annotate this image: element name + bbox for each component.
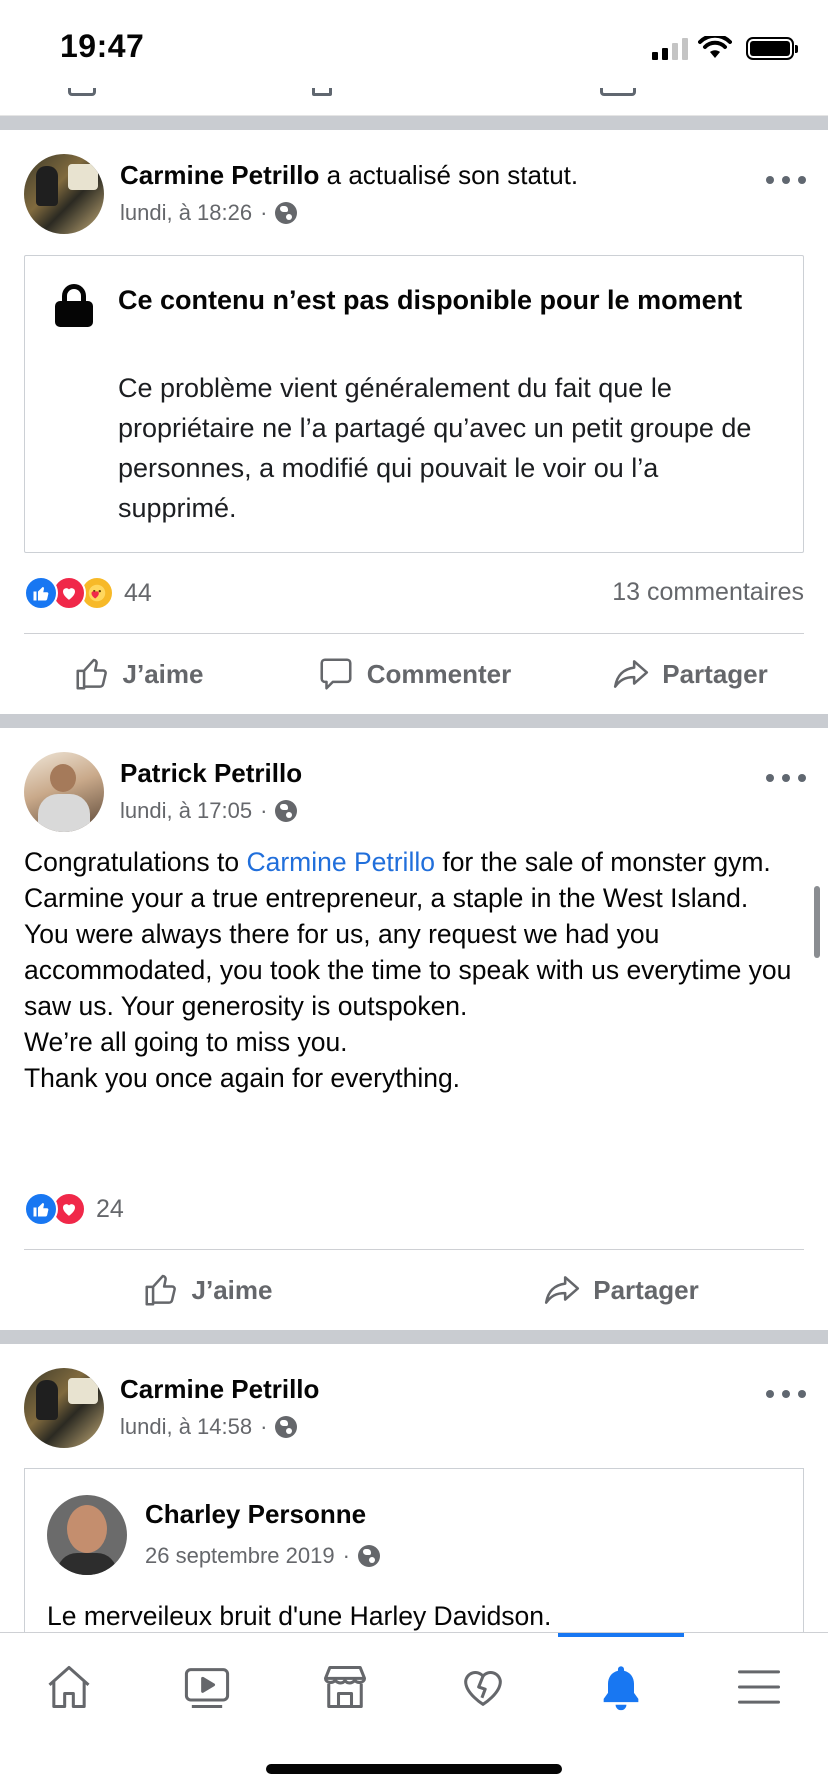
share-button[interactable]: Partager [414, 1250, 828, 1330]
avatar[interactable] [24, 752, 104, 832]
previous-post-action-bar [0, 88, 828, 116]
lock-icon [55, 284, 93, 327]
comment-icon [320, 658, 352, 690]
like-label: J’aime [191, 1274, 273, 1305]
avatar[interactable] [24, 154, 104, 234]
post-action-text: a actualisé son statut. [319, 160, 579, 190]
video-icon [184, 1668, 230, 1709]
reactions-summary[interactable]: 44 [24, 576, 152, 610]
home-icon [48, 1665, 90, 1709]
shared-post-text: Le merveileux bruit d'une Harley Davidso… [47, 1601, 552, 1631]
post-action-bar: J’aime Commenter Partager [0, 634, 828, 714]
shared-author-name[interactable]: Charley Personne [145, 1499, 366, 1529]
globe-icon [357, 1545, 380, 1567]
feed-separator [0, 1330, 828, 1344]
author-name[interactable]: Patrick Petrillo [120, 758, 302, 788]
post-line: Congratulations to Carmine Petrillo for … [24, 844, 814, 880]
share-label: Partager [593, 1274, 699, 1305]
like-label: J’aime [122, 658, 204, 689]
unavailable-title: Ce contenu n’est pas disponible pour le … [118, 285, 743, 315]
post-line: You were always there for us, any reques… [24, 919, 792, 1021]
post-body: Congratulations to Carmine Petrillo for … [24, 844, 814, 1096]
post-timestamp[interactable]: lundi, à 17:05 [120, 798, 252, 824]
globe-icon [275, 800, 298, 822]
home-indicator[interactable] [266, 1764, 562, 1774]
like-button[interactable]: J’aime [0, 634, 276, 714]
like-reaction-icon [24, 576, 58, 610]
post-line: Carmine your a true entrepreneur, a stap… [24, 883, 749, 913]
avatar[interactable] [47, 1495, 127, 1575]
battery-icon [746, 36, 798, 60]
share-button[interactable]: Partager [552, 634, 828, 714]
post-header: Carmine Petrillo a actualisé son statut. [120, 160, 578, 191]
post-line: Thank you once again for everything. [24, 1063, 461, 1093]
author-name[interactable]: Carmine Petrillo [120, 1374, 319, 1404]
author-name[interactable]: Carmine Petrillo [120, 160, 319, 190]
comment-label: Commenter [366, 658, 512, 689]
meta-separator: · [260, 798, 268, 823]
share-label: Partager [662, 658, 768, 689]
like-reaction-icon [24, 1192, 58, 1226]
thumbs-up-icon [144, 1274, 176, 1306]
reactions-summary[interactable]: 24 [24, 1192, 124, 1226]
meta-separator: · [260, 1414, 268, 1439]
more-options-button[interactable] [766, 768, 806, 788]
post-text-segment: Congratulations to [24, 847, 247, 877]
mention-link[interactable]: Carmine Petrillo [246, 847, 435, 877]
shared-post-timestamp[interactable]: 26 septembre 2019 [145, 1543, 335, 1569]
thumbs-up-icon [75, 658, 107, 690]
post-meta: lundi, à 17:05 · [120, 798, 298, 824]
cellular-signal-icon [652, 36, 688, 60]
avatar[interactable] [24, 1368, 104, 1448]
post-meta: lundi, à 14:58 · [120, 1414, 298, 1440]
feed-separator [0, 714, 828, 728]
post-timestamp[interactable]: lundi, à 14:58 [120, 1414, 252, 1440]
post-action-bar: J’aime Partager [0, 1250, 828, 1330]
reaction-count: 44 [124, 578, 152, 607]
nav-watch[interactable] [162, 1651, 252, 1723]
share-arrow-icon [545, 1276, 580, 1304]
more-options-button[interactable] [766, 1384, 806, 1404]
nav-dating[interactable] [438, 1651, 528, 1723]
unavailable-content-box: Ce contenu n’est pas disponible pour le … [24, 255, 804, 553]
active-tab-indicator [558, 1633, 684, 1637]
feed-separator [0, 116, 828, 130]
meta-separator: · [342, 1543, 350, 1568]
status-bar: 19:47 [0, 0, 828, 88]
post-meta: lundi, à 18:26 · [120, 200, 298, 226]
marketplace-icon [323, 1665, 367, 1709]
unavailable-message: Ce problème vient généralement du fait q… [118, 373, 752, 523]
comments-count[interactable]: 13 commentaires [612, 578, 804, 607]
comment-button[interactable]: Commenter [276, 634, 552, 714]
post-header: Carmine Petrillo [120, 1374, 319, 1405]
post-text-segment: for the sale of monster gym. [434, 847, 771, 877]
post-timestamp[interactable]: lundi, à 18:26 [120, 200, 252, 226]
reaction-count: 24 [96, 1194, 124, 1223]
menu-icon [737, 1670, 781, 1704]
nav-home[interactable] [24, 1651, 114, 1723]
scroll-indicator[interactable] [814, 886, 820, 958]
nav-notifications[interactable] [576, 1651, 666, 1723]
more-options-button[interactable] [766, 170, 806, 190]
share-arrow-icon [614, 660, 649, 688]
shared-post-meta: 26 septembre 2019 · [145, 1543, 380, 1569]
status-icons [652, 36, 798, 60]
dating-icon [464, 1671, 502, 1706]
status-time: 19:47 [60, 28, 145, 64]
meta-separator: · [260, 200, 268, 225]
like-button[interactable]: J’aime [0, 1250, 414, 1330]
globe-icon [275, 202, 298, 224]
nav-marketplace[interactable] [300, 1651, 390, 1723]
notifications-icon [603, 1666, 639, 1711]
wifi-icon [698, 36, 732, 58]
post-header: Patrick Petrillo [120, 758, 302, 789]
nav-menu[interactable] [714, 1651, 804, 1723]
shared-post-header: Charley Personne [145, 1499, 366, 1530]
globe-icon [275, 1416, 298, 1438]
post-line: We’re all going to miss you. [24, 1027, 348, 1057]
